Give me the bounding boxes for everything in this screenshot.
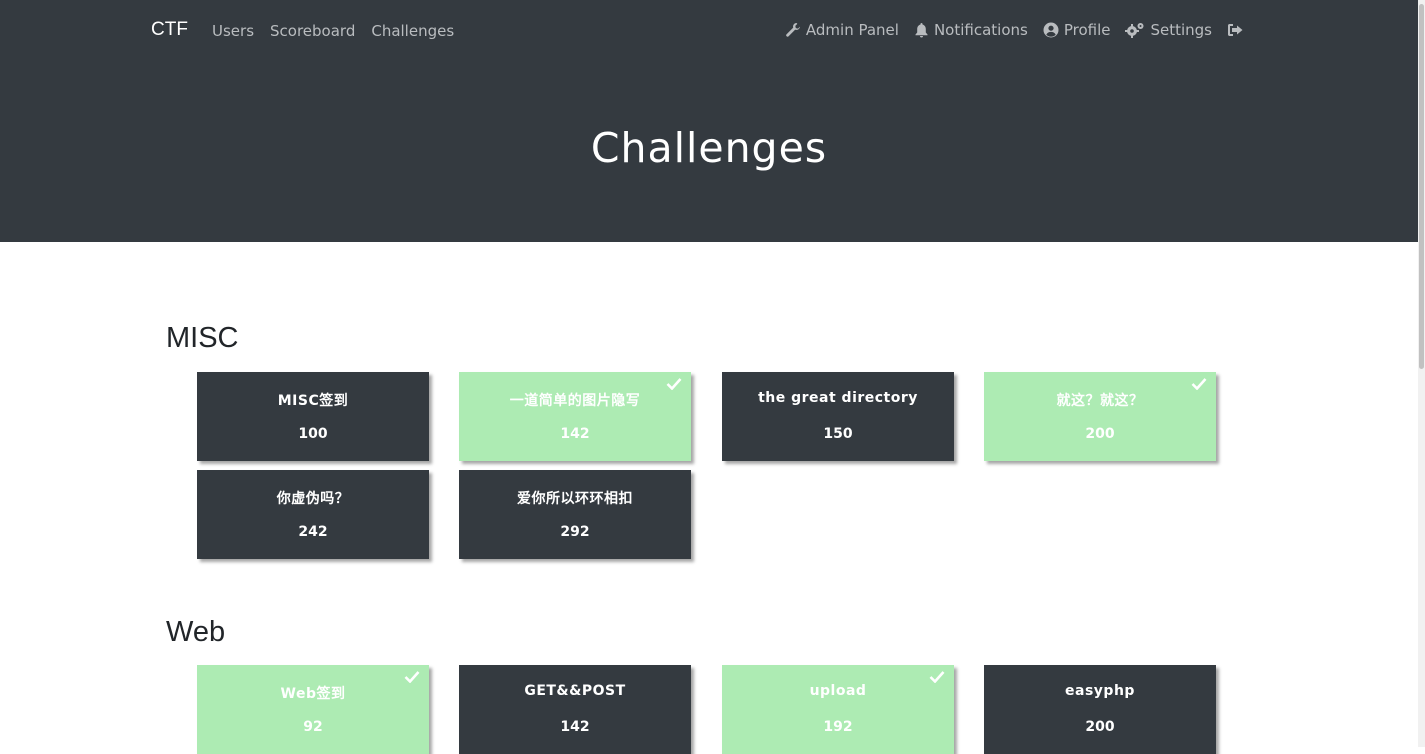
bell-icon [915,23,928,38]
challenge-name: 你虚伪吗？ [276,491,350,507]
challenge-value: 292 [560,524,590,540]
challenge-card[interactable]: 一道简单的图片隐写 142 [459,372,691,461]
challenge-card[interactable]: 爱你所以环环相扣 292 [459,470,691,559]
challenge-card[interactable]: 就这？就这？ 200 [984,372,1216,461]
profile-link[interactable]: Profile [1043,21,1111,39]
challenge-card[interactable]: 你虚伪吗？ 242 [197,470,429,559]
nav-challenges-link[interactable]: Challenges [371,22,454,40]
scrollbar-thumb[interactable] [1419,4,1424,369]
challenge-card[interactable]: MISC签到 100 [197,372,429,461]
page-scrollbar[interactable] [1418,0,1425,747]
settings-link[interactable]: Settings [1125,21,1212,39]
navbar: CTF Users Scoreboard Challenges Admin Pa… [0,0,1418,62]
challenge-name: GET&&POST [524,683,626,699]
challenge-card[interactable]: upload 192 [722,665,954,754]
page-title: Challenges [590,124,828,172]
challenge-value: 192 [823,719,853,735]
notifications-link[interactable]: Notifications [914,21,1028,39]
check-icon [929,671,945,683]
challenge-value: 100 [298,426,328,442]
profile-label: Profile [1063,21,1111,39]
challenge-name: 就这？就这？ [1056,393,1144,409]
challenge-value: 92 [303,719,323,735]
challenge-value: 242 [298,524,328,540]
challenge-name: 爱你所以环环相扣 [517,491,633,507]
brand-link[interactable]: CTF [151,19,188,41]
challenge-name: easyphp [1065,683,1135,699]
hero-banner: Challenges [0,62,1418,242]
challenge-value: 142 [560,719,590,735]
challenge-card[interactable]: easyphp 200 [984,665,1216,754]
check-icon [404,671,420,683]
check-icon [666,378,682,390]
admin-panel-link[interactable]: Admin Panel [785,21,899,39]
challenge-card[interactable]: GET&&POST 142 [459,665,691,754]
challenge-name: Web签到 [280,686,346,702]
nav-users-link[interactable]: Users [212,22,254,40]
challenge-name: upload [809,683,867,699]
check-icon [1191,378,1207,390]
cogs-icon [1125,23,1144,38]
wrench-icon [786,23,800,37]
challenge-name: the great directory [758,390,918,406]
nav-left: Users Scoreboard Challenges [212,22,454,40]
category-heading-web: Web [166,616,226,648]
nav-right: Admin Panel Notifications Profile Settin… [785,21,1244,39]
logout-link[interactable] [1227,22,1244,38]
category-heading-misc: MISC [166,322,239,354]
sign-out-icon [1228,24,1243,36]
challenge-card[interactable]: Web签到 92 [197,665,429,754]
settings-label: Settings [1150,21,1212,39]
challenge-value: 200 [1085,719,1115,735]
nav-scoreboard-link[interactable]: Scoreboard [270,22,355,40]
challenge-value: 142 [560,426,590,442]
notifications-label: Notifications [933,21,1028,39]
admin-panel-label: Admin Panel [805,21,899,39]
challenge-value: 200 [1085,426,1115,442]
challenge-name: MISC签到 [277,393,349,409]
challenge-card[interactable]: the great directory 150 [722,372,954,461]
challenge-value: 150 [823,426,853,442]
challenge-name: 一道简单的图片隐写 [509,393,641,409]
user-circle-icon [1043,22,1059,38]
